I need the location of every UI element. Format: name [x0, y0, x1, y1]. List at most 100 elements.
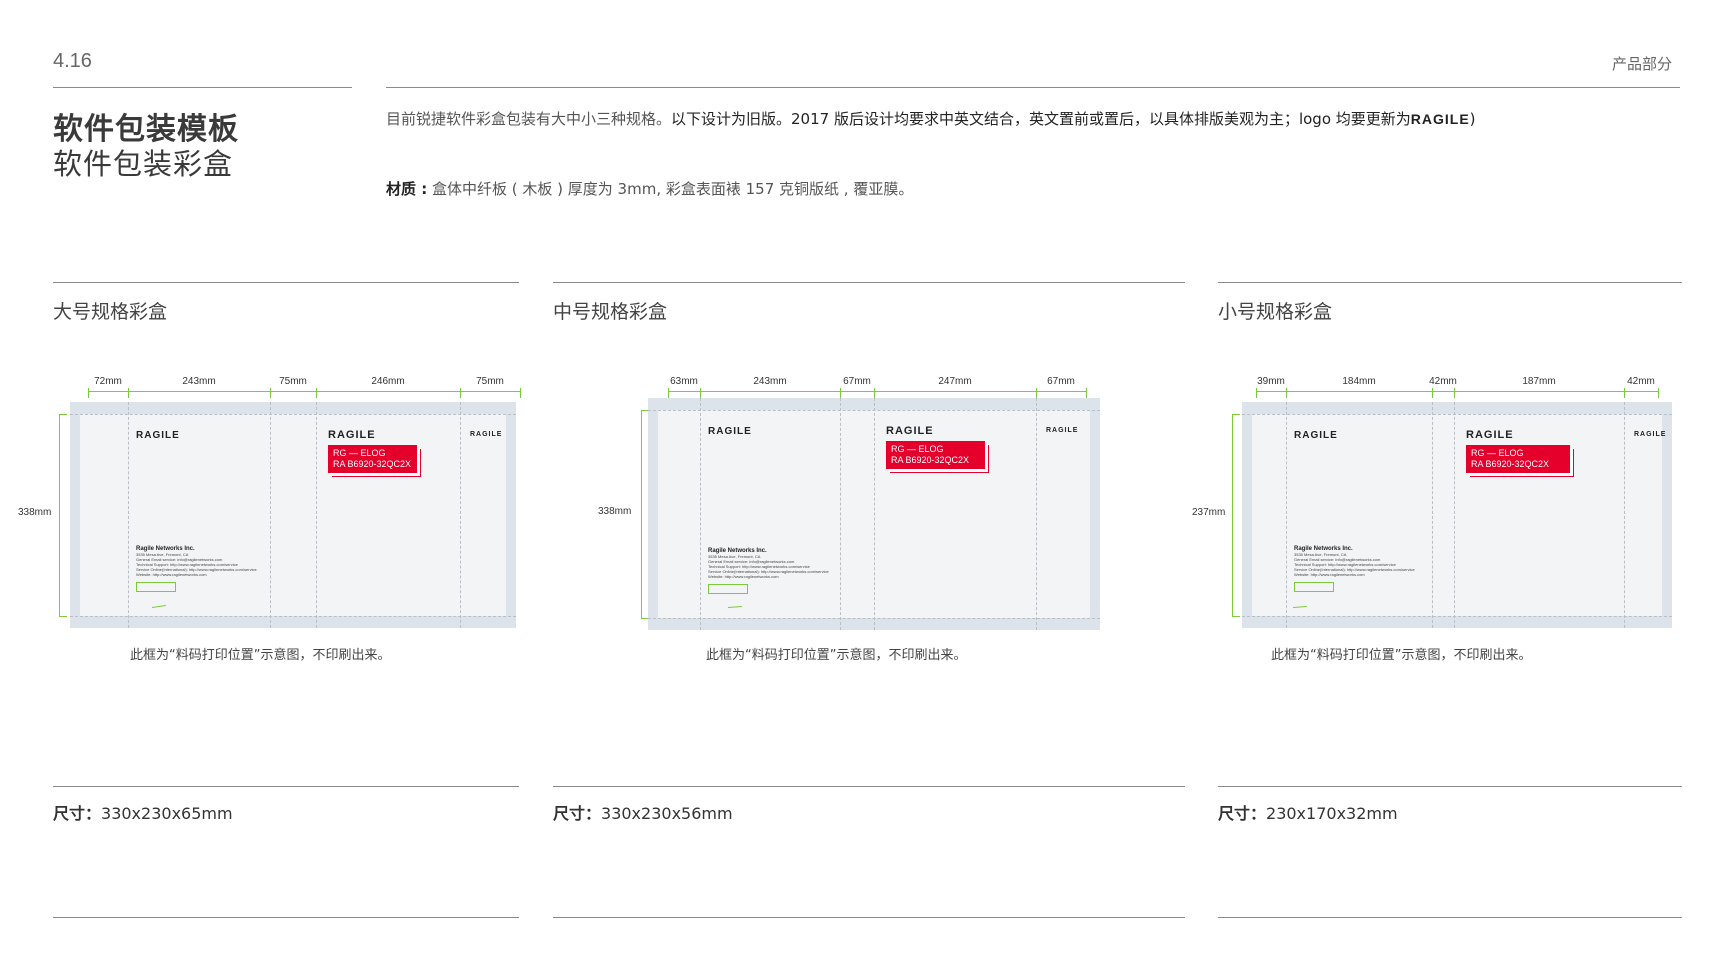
size-value: 330x230x65mm	[101, 804, 233, 823]
height-tick	[1232, 414, 1240, 415]
intro-part1: 目前锐捷软件彩盒包装有大中小三种规格。	[386, 110, 672, 128]
dimension-tick	[88, 388, 89, 398]
product-label-line: RA B6920-32QC2X	[333, 459, 412, 469]
fold-line	[70, 616, 516, 617]
dimension-tick	[840, 388, 841, 398]
intro-part3: )	[1469, 110, 1476, 128]
barcode-position-box	[136, 582, 176, 592]
dimension-tick	[1256, 388, 1257, 398]
product-label-line: RA B6920-32QC2X	[1471, 459, 1550, 469]
barcode-position-box	[1294, 582, 1334, 592]
dimension-label: 243mm	[753, 376, 787, 387]
address-line: Website: http://www.ragilenetworks.com	[708, 574, 779, 579]
barcode-position-box	[708, 584, 748, 594]
company-address: Ragile Networks Inc. 3535 Mesa Ave, Fremo…	[708, 548, 829, 579]
fold-line	[874, 398, 875, 630]
height-label: 237mm	[1192, 507, 1226, 518]
fold-line	[270, 402, 271, 628]
company-address: Ragile Networks Inc. 3535 Mesa Ave, Fremo…	[136, 546, 257, 577]
size-value: 330x230x56mm	[601, 804, 733, 823]
dimension-tick	[1624, 388, 1625, 398]
height-tick	[59, 414, 67, 415]
barcode-note: 此框为“料码打印位置”示意图，不印刷出来。	[1271, 648, 1532, 663]
product-label: RG — ELOG RA B6920-32QC2X	[328, 445, 417, 473]
fold-line	[1286, 402, 1287, 628]
dimension-label: 247mm	[938, 376, 972, 387]
product-label: RG — ELOG RA B6920-32QC2X	[886, 441, 985, 469]
column-top-rule	[553, 282, 1185, 283]
height-label: 338mm	[18, 507, 52, 518]
size-rule	[1218, 786, 1682, 787]
product-label: RG — ELOG RA B6920-32QC2X	[1466, 445, 1570, 473]
barcode-note: 此框为“料码打印位置”示意图，不印刷出来。	[130, 648, 391, 663]
fold-line	[1454, 402, 1455, 628]
dimension-tick	[1454, 388, 1455, 398]
height-label: 338mm	[598, 506, 632, 517]
box-size: 尺寸：330x230x56mm	[553, 800, 733, 824]
size-rule	[553, 786, 1185, 787]
fold-line	[1242, 616, 1672, 617]
dimension-line	[668, 391, 1086, 392]
barcode-note: 此框为“料码打印位置”示意图，不印刷出来。	[706, 648, 967, 663]
dimension-label: 184mm	[1342, 376, 1376, 387]
height-tick	[1232, 616, 1240, 617]
column-bottom-rule	[553, 917, 1185, 918]
fold-line	[316, 402, 317, 628]
fold-line	[1432, 402, 1433, 628]
box-size: 尺寸：330x230x65mm	[53, 800, 233, 824]
product-label-line: RA B6920-32QC2X	[891, 455, 970, 465]
height-tick	[59, 616, 67, 617]
brand-logo: RAGILE	[708, 426, 752, 437]
brand-logo: RAGILE	[1466, 429, 1514, 441]
fold-line	[700, 398, 701, 630]
dimension-tick	[460, 388, 461, 398]
box-type-title: 小号规格彩盒	[1218, 301, 1333, 323]
product-label-line: RG — ELOG	[333, 448, 386, 458]
dimension-tick	[874, 388, 875, 398]
brand-logo-small: RAGILE	[1634, 431, 1667, 438]
section-label: 产品部分	[1611, 55, 1672, 73]
dimension-tick	[700, 388, 701, 398]
dimension-label: 39mm	[1257, 376, 1285, 387]
dimension-label: 67mm	[843, 376, 871, 387]
dimension-label: 42mm	[1429, 376, 1457, 387]
material-label: 材质 :	[386, 180, 428, 198]
product-label-line: RG — ELOG	[1471, 448, 1524, 458]
intro-part2: 以下设计为旧版。2017 版后设计均要求中英文结合，英文置前或置后，以具体排版美…	[671, 110, 1411, 128]
fold-line	[648, 618, 1100, 619]
brand-logo-small: RAGILE	[1046, 427, 1079, 434]
fold-line	[840, 398, 841, 630]
fold-line	[1036, 398, 1037, 630]
height-dimension-line	[1232, 414, 1233, 616]
dimension-tick	[1036, 388, 1037, 398]
dimension-label: 187mm	[1522, 376, 1556, 387]
column-top-rule	[53, 282, 519, 283]
column-bottom-rule	[53, 917, 519, 918]
brand-logo: RAGILE	[328, 429, 376, 441]
product-label-line: RG — ELOG	[891, 444, 944, 454]
dimension-tick	[270, 388, 271, 398]
column-bottom-rule	[1218, 917, 1682, 918]
dimension-tick	[1286, 388, 1287, 398]
fold-line	[460, 402, 461, 628]
dimension-tick	[1658, 388, 1659, 398]
dimension-line	[1256, 391, 1658, 392]
page-subtitle: 软件包装彩盒	[53, 147, 234, 181]
dimension-tick	[1432, 388, 1433, 398]
address-line: Website: http://www.ragilenetworks.com	[1294, 572, 1365, 577]
inline-logo: RAGILE	[1410, 111, 1470, 127]
header-rule-left	[53, 87, 352, 88]
dimension-tick	[520, 388, 521, 398]
intro-text: 目前锐捷软件彩盒包装有大中小三种规格。以下设计为旧版。2017 版后设计均要求中…	[386, 108, 1476, 129]
dimension-label: 42mm	[1627, 376, 1655, 387]
page-number: 4.16	[53, 50, 92, 72]
column-top-rule	[1218, 282, 1682, 283]
dimension-tick	[1086, 388, 1087, 398]
fold-line	[1242, 414, 1672, 415]
address-line: Website: http://www.ragilenetworks.com	[136, 572, 207, 577]
brand-logo: RAGILE	[136, 430, 180, 441]
box-size: 尺寸：230x170x32mm	[1218, 800, 1398, 824]
dimension-label: 246mm	[371, 376, 405, 387]
dimension-tick	[316, 388, 317, 398]
dimension-line	[88, 391, 520, 392]
